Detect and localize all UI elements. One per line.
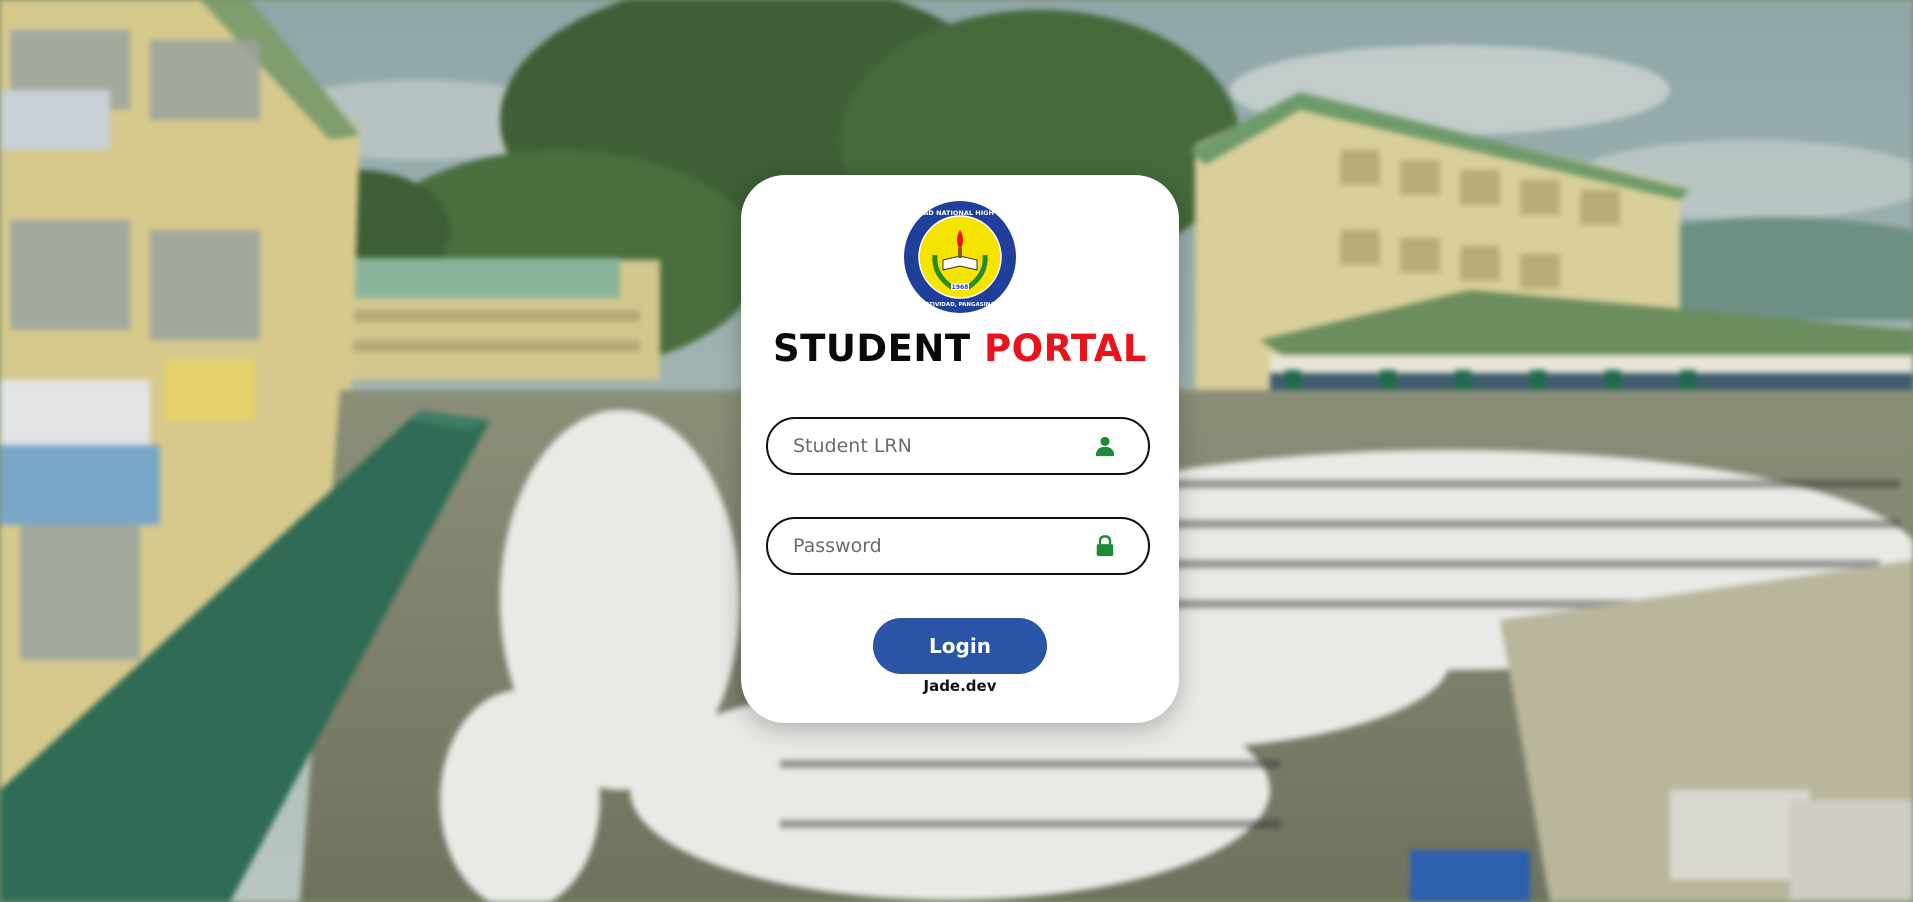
logo-year: 1968 <box>952 284 969 291</box>
lrn-input[interactable] <box>793 419 1093 473</box>
login-page: NATIVIDAD NATIONAL HIGH SCHOOL NATIVIDAD… <box>0 0 1913 902</box>
logo-text-bottom: NATIVIDAD, PANGASINAN <box>921 302 1000 308</box>
school-seal-icon: NATIVIDAD NATIONAL HIGH SCHOOL NATIVIDAD… <box>903 201 1017 313</box>
user-icon <box>1095 436 1115 457</box>
login-button[interactable]: Login <box>873 618 1047 674</box>
logo-text-top: NATIVIDAD NATIONAL HIGH SCHOOL <box>903 209 1017 217</box>
password-input[interactable] <box>793 519 1093 573</box>
login-card: NATIVIDAD NATIONAL HIGH SCHOOL NATIVIDAD… <box>741 175 1179 723</box>
lrn-field[interactable] <box>766 417 1150 475</box>
credit-text: Jade.dev <box>923 677 997 695</box>
title-part-2: PORTAL <box>984 327 1147 370</box>
lock-icon <box>1096 535 1114 557</box>
school-logo: NATIVIDAD NATIONAL HIGH SCHOOL NATIVIDAD… <box>903 200 1017 314</box>
title-part-1: STUDENT <box>773 327 971 370</box>
password-field[interactable] <box>766 517 1150 575</box>
page-title: STUDENT PORTAL <box>741 327 1179 370</box>
